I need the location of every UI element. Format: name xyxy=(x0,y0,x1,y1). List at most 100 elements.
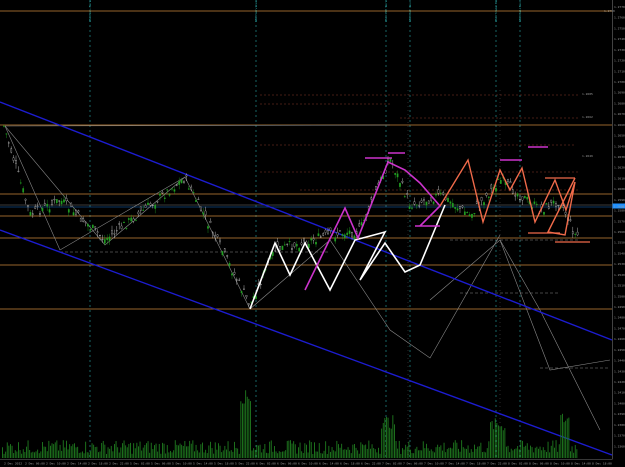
volume-bar xyxy=(294,444,296,458)
volume-bar xyxy=(546,451,547,458)
volume-bar xyxy=(218,443,219,458)
candle-body xyxy=(53,198,56,201)
candle-body xyxy=(82,218,85,223)
price-axis-label: 1.2670 xyxy=(614,112,625,116)
volume-bar xyxy=(477,446,479,458)
volume-bar xyxy=(72,444,74,458)
time-axis[interactable]: 2 Dec 2022 2 Dec 06:00 2 Dec 10:00 2 Dec 14… xyxy=(0,459,613,466)
candle-body xyxy=(495,188,497,192)
volume-bar xyxy=(419,450,421,458)
candle-body xyxy=(564,212,567,215)
candle-body xyxy=(154,204,157,209)
candle-body xyxy=(310,238,313,241)
price-axis-label: 1.2380 xyxy=(614,423,625,427)
candle-body xyxy=(209,221,212,223)
price-axis-label: 1.2580 xyxy=(614,209,625,213)
volume-bar xyxy=(494,418,496,458)
volume-bar xyxy=(355,447,357,458)
volume-bar xyxy=(19,450,21,458)
volume-bar xyxy=(106,453,107,458)
volume-bar xyxy=(306,444,307,458)
candle-body xyxy=(139,206,142,211)
candle-body xyxy=(187,188,190,190)
time-axis-label: 7 Dec 06:00 xyxy=(403,462,423,466)
candle-body xyxy=(43,202,46,206)
candle-body xyxy=(48,209,51,213)
candle-body xyxy=(307,243,310,249)
volume-bar xyxy=(490,422,491,458)
candle-body xyxy=(118,223,121,225)
candle-body xyxy=(183,181,185,183)
price-axis-label: 1.2520 xyxy=(614,273,625,277)
candle-body xyxy=(79,218,82,222)
volume-bar xyxy=(246,396,248,458)
candle-body xyxy=(418,205,421,207)
volume-bar xyxy=(34,452,35,458)
volume-bar xyxy=(219,445,221,458)
candle-body xyxy=(451,203,454,208)
price-axis-label: 1.2700 xyxy=(614,80,625,84)
volume-bar xyxy=(202,442,203,458)
candle-body xyxy=(485,193,488,196)
candle-body xyxy=(459,206,461,209)
candle-body xyxy=(27,205,29,207)
volume-bar xyxy=(229,451,231,458)
zigzag-patterns[interactable] xyxy=(249,146,590,310)
price-axis-label: 1.2650 xyxy=(614,134,625,138)
volume-bar xyxy=(466,448,467,458)
candle-body xyxy=(127,218,130,220)
top-level-label: 1.2750 xyxy=(604,9,615,13)
volume-bar xyxy=(426,443,427,458)
volume-bar xyxy=(118,452,120,458)
candle-body xyxy=(411,207,413,209)
volume-bar xyxy=(70,446,72,458)
volume-bar xyxy=(203,452,205,458)
candle-body xyxy=(115,230,118,232)
price-axis-label: 1.2720 xyxy=(614,59,625,63)
volume-bar xyxy=(451,448,453,458)
volume-bar xyxy=(77,446,79,458)
time-axis-label: 6 Dec 06:00 xyxy=(277,462,297,466)
candle-body xyxy=(65,198,68,202)
price-axis[interactable]: 1.2770 1.2760 1.2750 1.2740 1.2730 1.2720 1.27… xyxy=(612,0,625,459)
candle-body xyxy=(84,221,87,223)
chart-window[interactable]: USD Non-Farm Employment GBP Services PMI U… xyxy=(0,0,625,467)
volume-bar xyxy=(146,443,147,458)
volume-bar xyxy=(262,449,264,458)
volume-bar xyxy=(413,453,415,458)
candle-body xyxy=(507,179,509,182)
candle-body xyxy=(535,203,538,205)
volume-bar xyxy=(13,453,15,458)
candle-body xyxy=(348,230,351,234)
volume-bar xyxy=(520,440,522,458)
volume-bar xyxy=(397,448,399,458)
price-axis-label: 1.2690 xyxy=(614,91,625,95)
price-axis-label: 1.2570 xyxy=(614,219,625,223)
price-chart[interactable]: USD Non-Farm Employment GBP Services PMI U… xyxy=(0,0,625,467)
volume-bar xyxy=(448,447,450,458)
volume-bar xyxy=(325,441,327,458)
volume-bar xyxy=(330,451,331,458)
candle-body xyxy=(317,233,320,237)
time-axis-label: 5 Dec 06:00 xyxy=(151,462,171,466)
volume-bar xyxy=(373,448,375,458)
volume-bar xyxy=(133,443,135,458)
price-axis-label: 1.2620 xyxy=(614,166,625,170)
volume-bar xyxy=(317,451,319,458)
trend-channel[interactable] xyxy=(0,101,613,456)
candle-body xyxy=(271,252,274,256)
candle-body xyxy=(24,198,27,201)
volume-bar xyxy=(122,443,123,458)
volume-bar xyxy=(408,441,410,458)
volume-bar xyxy=(162,442,163,458)
candle-body xyxy=(75,210,77,215)
volume-bar xyxy=(64,447,66,458)
volume-bar xyxy=(40,451,42,458)
volume-bar xyxy=(464,448,466,458)
volume-bar xyxy=(181,444,183,458)
candle-body xyxy=(15,160,17,164)
volume-bar xyxy=(371,444,373,458)
candle-body xyxy=(60,200,63,205)
volume-bar xyxy=(459,451,461,458)
volume-bar xyxy=(189,440,191,458)
